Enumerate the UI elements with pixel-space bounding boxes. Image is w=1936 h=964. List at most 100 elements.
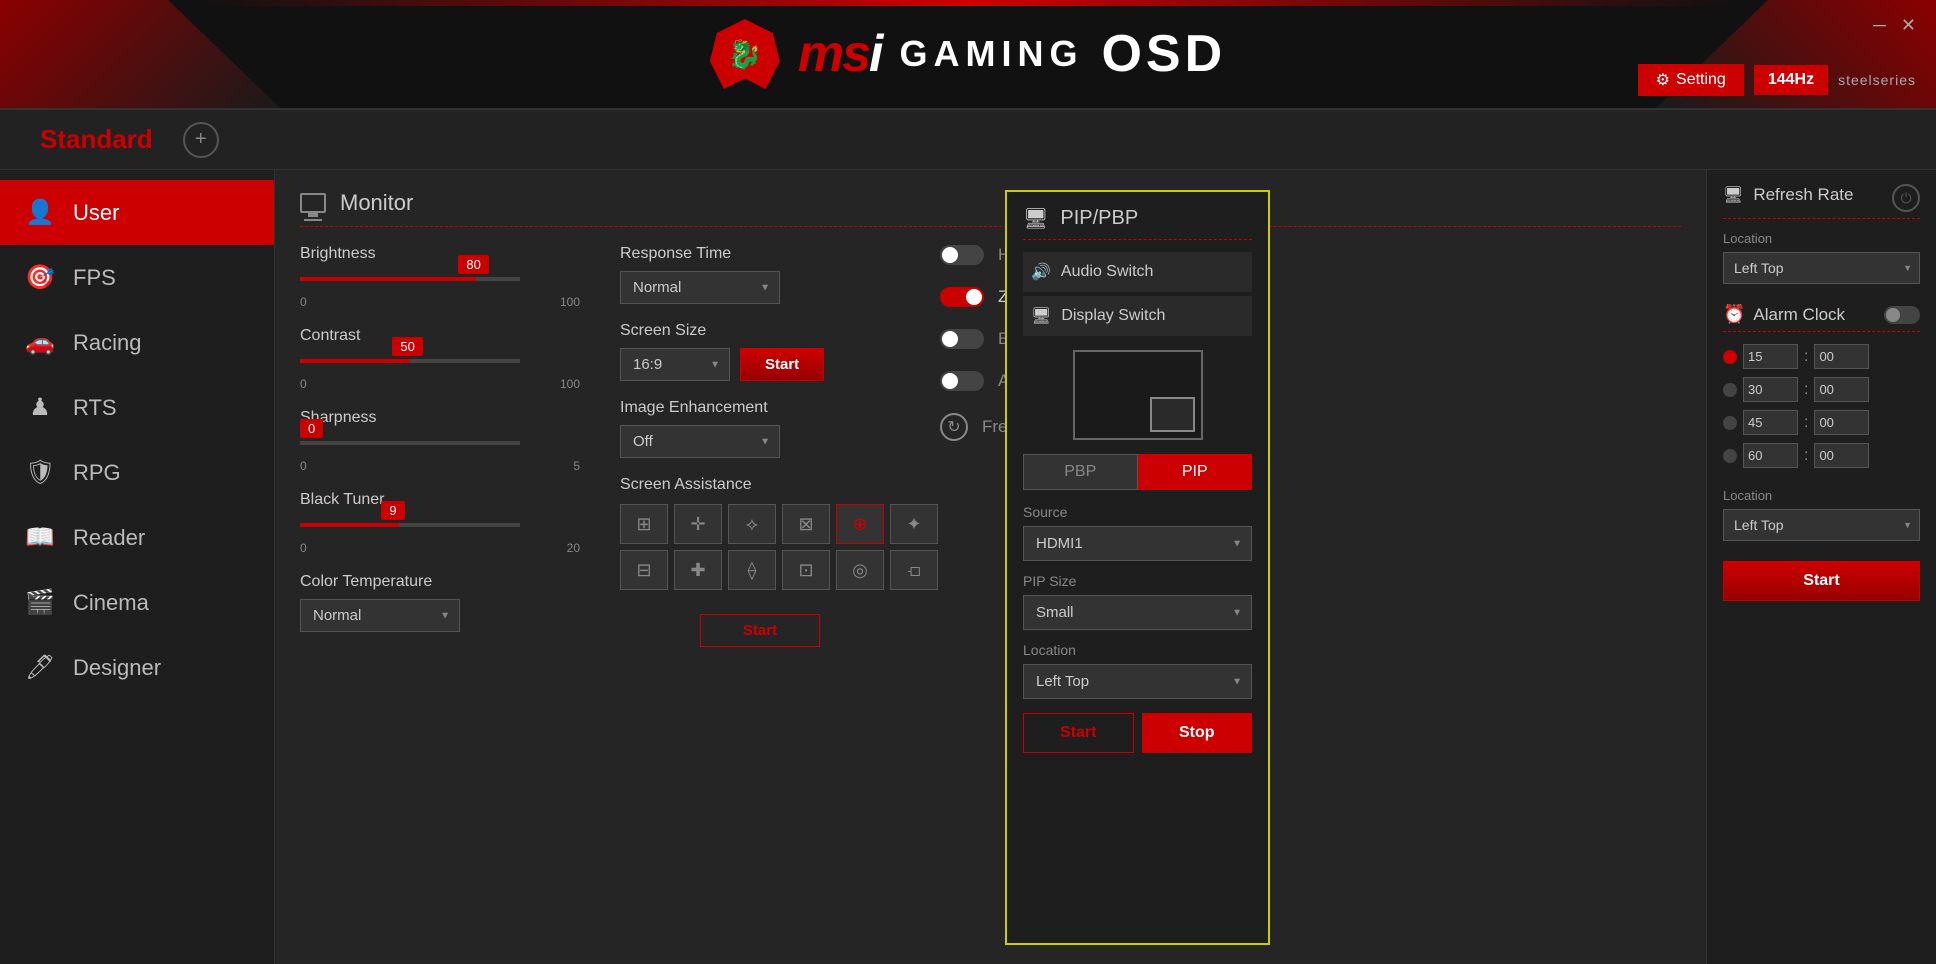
hz-button[interactable]: 144Hz	[1754, 65, 1828, 95]
black-tuner-value: 9	[381, 501, 404, 520]
alarm-min-3[interactable]: 00153045	[1814, 410, 1869, 435]
color-temp-group: Color Temperature Normal Cool Warm Custo…	[300, 573, 580, 632]
image-enhancement-select[interactable]: Off Low Medium High Strongest	[620, 425, 780, 458]
window-controls: ─ ✕	[1873, 15, 1916, 36]
monitor-grid: Brightness 80 0 100 Contrast	[300, 245, 1681, 650]
alarm-clock-icon: ⏰	[1723, 304, 1745, 325]
alarm-hour-2[interactable]: 30154560	[1743, 377, 1798, 402]
contrast-max: 100	[560, 377, 580, 391]
image-enhancement-label: Image Enhancement	[620, 399, 900, 417]
alarm-hour-1[interactable]: 15304560	[1743, 344, 1798, 369]
sidebar-label-user: User	[73, 200, 119, 226]
crosshair-btn-2[interactable]: ✛	[674, 504, 722, 544]
sharpness-track[interactable]: 0	[300, 441, 520, 445]
display-switch-item[interactable]: 🖥 Display Switch	[1023, 296, 1252, 336]
sharpness-group: Sharpness 0 0 5	[300, 409, 580, 473]
crosshair-btn-10[interactable]: ⊡	[782, 550, 830, 590]
pip-divider	[1023, 239, 1252, 240]
alarm-location-select[interactable]: Left Top Right Top Left Bottom Right Bot…	[1723, 509, 1920, 541]
pbp-tab[interactable]: PBP	[1023, 454, 1138, 490]
sidebar-item-reader[interactable]: 📖 Reader	[0, 505, 274, 570]
contrast-value: 50	[392, 337, 422, 356]
alarm-min-4[interactable]: 00153045	[1814, 443, 1869, 468]
crosshair-btn-7[interactable]: ⊟	[620, 550, 668, 590]
color-temp-label: Color Temperature	[300, 573, 580, 591]
cinema-icon: 🎬	[25, 588, 55, 617]
eye-saver-toggle[interactable]	[940, 329, 984, 349]
crosshair-btn-3[interactable]: ⟡	[728, 504, 776, 544]
alarm-dot-2	[1723, 383, 1737, 397]
black-tuner-track[interactable]: 9	[300, 523, 520, 527]
pip-source-select[interactable]: HDMI1 HDMI2 DisplayPort	[1023, 526, 1252, 561]
audio-switch-item[interactable]: 🔊 Audio Switch	[1023, 252, 1252, 292]
setting-icon: ⚙	[1656, 70, 1670, 90]
tab-standard[interactable]: Standard	[20, 110, 173, 169]
pip-location-select[interactable]: Left Top Right Top Left Bottom Right Bot…	[1023, 664, 1252, 699]
alarm-hour-4[interactable]: 60153045	[1743, 443, 1798, 468]
setting-button[interactable]: ⚙ Setting	[1638, 64, 1744, 96]
screen-size-group: Screen Size 16:9 4:3 Auto Start	[620, 322, 900, 381]
sidebar-label-reader: Reader	[73, 525, 145, 551]
alarm-hour-3[interactable]: 45153060	[1743, 410, 1798, 435]
crosshair-btn-9[interactable]: ⟠	[728, 550, 776, 590]
crosshair-btn-8[interactable]: ✚	[674, 550, 722, 590]
contrast-track[interactable]: 50	[300, 359, 520, 363]
audio-switch-icon: 🔊	[1031, 262, 1051, 282]
screen-assistance-start-button[interactable]: Start	[700, 614, 820, 647]
pip-tab[interactable]: PIP	[1138, 454, 1253, 490]
sharpness-max: 5	[573, 459, 580, 473]
zero-latency-toggle[interactable]	[940, 287, 984, 307]
refresh-location-select[interactable]: Left Top Right Top Left Bottom Right Bot…	[1723, 252, 1920, 284]
hdcr-toggle[interactable]	[940, 245, 984, 265]
close-button[interactable]: ✕	[1901, 15, 1916, 36]
anti-motion-blur-toggle[interactable]	[940, 371, 984, 391]
crosshair-btn-6[interactable]: ✦	[890, 504, 938, 544]
sidebar-label-fps: FPS	[73, 265, 116, 291]
alarm-dot-4	[1723, 449, 1737, 463]
content-area: Monitor Brightness 80 0	[275, 170, 1706, 964]
time-colon-4: :	[1804, 447, 1808, 465]
sidebar-item-rts[interactable]: ♟ RTS	[0, 375, 274, 440]
refresh-rate-power-icon[interactable]: ⏻	[1892, 184, 1920, 212]
sidebar-label-racing: Racing	[73, 330, 141, 356]
crosshair-btn-11[interactable]: ◎	[836, 550, 884, 590]
color-temp-select[interactable]: Normal Cool Warm Custom	[300, 599, 460, 632]
alarm-toggle[interactable]	[1884, 306, 1920, 324]
sidebar-item-racing[interactable]: 🚗 Racing	[0, 310, 274, 375]
alarm-header-left: ⏰ Alarm Clock	[1723, 304, 1845, 325]
crosshair-btn-5[interactable]: ⊕	[836, 504, 884, 544]
alarm-min-1[interactable]: 00153045	[1814, 344, 1869, 369]
sidebar-item-cinema[interactable]: 🎬 Cinema	[0, 570, 274, 635]
sharpness-range: 0 5	[300, 459, 580, 473]
brightness-track[interactable]: 80	[300, 277, 520, 281]
sidebar-item-fps[interactable]: 🎯 FPS	[0, 245, 274, 310]
alarm-min-2[interactable]: 00153045	[1814, 377, 1869, 402]
screen-size-wrapper: 16:9 4:3 Auto	[620, 348, 730, 381]
sidebar-item-rpg[interactable]: 🛡 RPG	[0, 440, 274, 505]
alarm-row-1: 15304560 : 00153045	[1723, 344, 1920, 369]
sidebar-item-designer[interactable]: 🖊 Designer	[0, 635, 274, 700]
pip-start-button[interactable]: Start	[1023, 713, 1134, 753]
pip-preview	[1073, 350, 1203, 440]
sharpness-value: 0	[300, 419, 323, 438]
minimize-button[interactable]: ─	[1873, 15, 1886, 36]
crosshair-btn-4[interactable]: ⊠	[782, 504, 830, 544]
titlebar: 🐉 msi GAMING OSD ─ ✕ ⚙ Setting 144Hz ste…	[0, 0, 1936, 110]
sidebar-item-user[interactable]: 👤 User	[0, 180, 274, 245]
alarm-start-button[interactable]: Start	[1723, 561, 1920, 601]
black-tuner-min: 0	[300, 541, 307, 555]
pip-stop-button[interactable]: Stop	[1142, 713, 1253, 753]
response-time-label: Response Time	[620, 245, 900, 263]
monitor-middle-col: Response Time Normal Fast Fastest Screen…	[620, 245, 900, 650]
crosshair-btn-1[interactable]: ⊞	[620, 504, 668, 544]
tab-add-button[interactable]: +	[183, 122, 219, 158]
pip-size-select[interactable]: Small Medium Large	[1023, 595, 1252, 630]
crosshair-btn-12[interactable]: ⟤	[890, 550, 938, 590]
refresh-location-wrapper: Left Top Right Top Left Bottom Right Bot…	[1723, 252, 1920, 284]
fps-icon: 🎯	[25, 263, 55, 292]
screen-size-select[interactable]: 16:9 4:3 Auto	[620, 348, 730, 381]
titlebar-red-left	[0, 0, 280, 108]
screen-size-start-button[interactable]: Start	[740, 348, 824, 381]
response-time-select[interactable]: Normal Fast Fastest	[620, 271, 780, 304]
pip-bottom-buttons: Start Stop	[1023, 713, 1252, 753]
